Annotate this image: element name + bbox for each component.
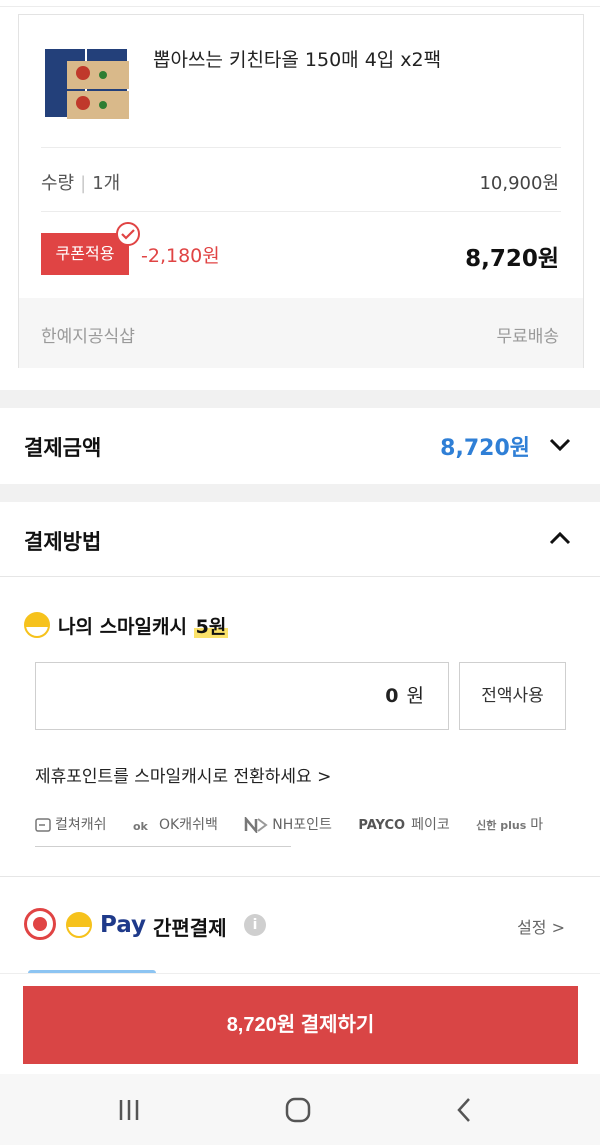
android-nav-bar: [0, 1074, 600, 1145]
smile-cash-input-value: 0: [385, 685, 399, 707]
culture-cash-icon: [35, 818, 51, 832]
smile-cash-title: 나의 스마일캐시 5원: [58, 612, 229, 639]
order-item-card: 뽑아쓰는 키친타올 150매 4입 x2팩 수량 | 1개 10,900원 쿠폰적용…: [18, 14, 584, 368]
payment-method-title[interactable]: 결제방법: [24, 526, 101, 556]
seller-footer: 한예지공식샵 무료배송: [19, 298, 583, 368]
recent-apps-icon[interactable]: [114, 1096, 144, 1124]
unit-price: 10,900원: [479, 173, 559, 194]
quantity-row: 수량 | 1개: [41, 169, 120, 195]
use-all-button[interactable]: 전액사용: [459, 662, 566, 730]
divider: [0, 876, 600, 877]
svg-text:ok: ok: [133, 820, 149, 832]
partner-ok-cashbag[interactable]: ok OK캐쉬백: [133, 814, 218, 834]
divider: [41, 147, 561, 148]
back-icon[interactable]: [450, 1096, 480, 1124]
smile-pay-settings-link[interactable]: 설정 >: [517, 914, 565, 938]
shipping-info: 무료배송: [496, 327, 559, 347]
product-title[interactable]: 뽑아쓰는 키친타올 150매 4입 x2팩: [153, 45, 441, 72]
chevron-up-icon[interactable]: [548, 529, 572, 547]
divider: [41, 211, 561, 212]
top-divider: [0, 6, 600, 7]
divider: [0, 576, 600, 577]
payment-amount-title[interactable]: 결제금액: [24, 432, 101, 462]
smile-pay-logo: Pay: [100, 912, 147, 938]
info-icon[interactable]: i: [244, 914, 266, 936]
nh-point-icon: [245, 817, 268, 833]
quantity-value: 1개: [92, 173, 121, 194]
checkout-button[interactable]: 8,720원 결제하기: [23, 986, 578, 1064]
ok-cashbag-icon: ok: [133, 820, 149, 832]
item-final-price: 8,720원: [465, 246, 559, 272]
payment-amount-value[interactable]: 8,720원: [440, 430, 530, 462]
smile-cash-input[interactable]: 0원: [35, 662, 449, 730]
smile-pay-radio[interactable]: [24, 908, 56, 940]
quantity-label: 수량: [41, 173, 75, 194]
smile-cash-label: 나의 스마일캐시: [58, 616, 187, 638]
partner-shinhan-plus[interactable]: 신한 plus 마: [476, 814, 543, 834]
check-circle-icon: [116, 222, 140, 246]
partner-nh-point[interactable]: NH포인트: [244, 814, 332, 834]
easy-pay-label[interactable]: 간편결제: [153, 912, 227, 941]
partner-points-list: 컬쳐캐쉬 ok OK캐쉬백 NH포인트 PAYCO 페이코 신한 plus 마: [35, 814, 575, 838]
home-icon[interactable]: [283, 1096, 313, 1124]
partner-payco[interactable]: PAYCO 페이코: [358, 814, 449, 834]
separator: |: [80, 173, 87, 194]
product-thumbnail[interactable]: [43, 43, 133, 123]
smile-cash-icon: [24, 612, 50, 638]
seller-name[interactable]: 한예지공식샵: [41, 322, 135, 347]
convert-points-link[interactable]: 제휴포인트를 스마일캐시로 전환하세요 >: [35, 762, 331, 787]
chevron-down-icon[interactable]: [548, 436, 572, 454]
section-gap: [0, 484, 600, 502]
discount-amount: -2,180원: [141, 245, 220, 267]
partner-scroll-indicator: [35, 846, 291, 847]
smile-pay-icon: [66, 912, 92, 938]
partner-culture-cash[interactable]: 컬쳐캐쉬: [35, 814, 107, 834]
section-gap: [0, 390, 600, 408]
smile-cash-balance: 5원: [193, 616, 229, 638]
smile-cash-input-unit: 원: [406, 685, 424, 707]
